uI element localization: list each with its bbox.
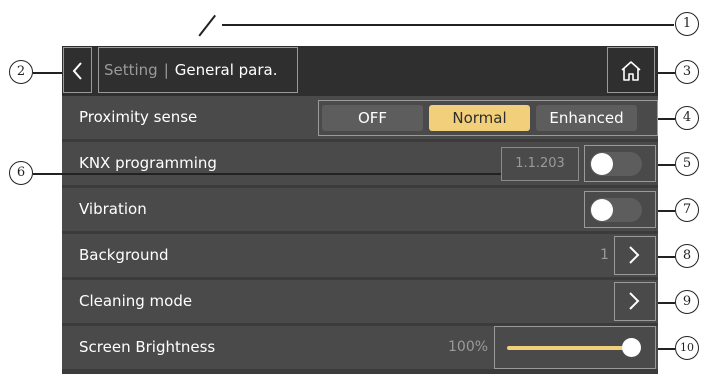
row-knx-programming: KNX programming 1.1.203 [62, 142, 658, 185]
proximity-option-enhanced[interactable]: Enhanced [536, 105, 637, 131]
callout-leader-8 [658, 256, 675, 258]
chevron-left-icon [72, 62, 82, 80]
device-screen: Setting | General para. Proximity sense … [62, 46, 658, 374]
breadcrumb-parent[interactable]: Setting [104, 61, 158, 79]
row-proximity-sense: Proximity sense OFF Normal Enhanced [62, 96, 658, 139]
page-title: General para. [174, 61, 278, 79]
knx-programming-toggle[interactable] [590, 152, 642, 176]
callout-7: 7 [675, 198, 699, 222]
back-button[interactable] [63, 47, 92, 93]
callout-leader-9 [658, 302, 675, 304]
proximity-segmented-control: OFF Normal Enhanced [318, 100, 658, 136]
breadcrumb: Setting | General para. [98, 47, 298, 93]
callout-10: 10 [675, 336, 699, 360]
row-screen-brightness: Screen Brightness 100% [62, 326, 658, 369]
callout-leader-6 [33, 173, 501, 175]
callout-leader-5 [658, 164, 675, 166]
callout-2: 2 [9, 60, 33, 84]
row-background[interactable]: Background 1 [62, 234, 658, 277]
row-cleaning-mode[interactable]: Cleaning mode [62, 280, 658, 323]
top-bar: Setting | General para. [62, 46, 658, 96]
callout-leader-4 [658, 118, 675, 120]
callout-1: 1 [675, 12, 699, 36]
proximity-option-normal[interactable]: Normal [429, 105, 530, 131]
vibration-toggle[interactable] [590, 198, 642, 222]
brightness-slider-thumb[interactable] [622, 338, 641, 357]
callout-4: 4 [675, 106, 699, 130]
toggle-knob [591, 199, 613, 221]
callout-leader-1-diagonal [198, 14, 216, 37]
home-button[interactable] [607, 47, 655, 93]
callout-leader-2 [33, 72, 62, 74]
callout-leader-3 [658, 72, 675, 74]
knx-toggle-frame [584, 145, 656, 182]
brightness-slider-frame [494, 326, 656, 369]
background-value: 1 [600, 247, 609, 263]
vibration-label: Vibration [79, 200, 147, 218]
callout-leader-1 [222, 24, 674, 26]
proximity-sense-label: Proximity sense [79, 108, 198, 126]
chevron-right-icon [629, 292, 640, 310]
breadcrumb-separator: | [163, 61, 169, 79]
callout-5: 5 [675, 152, 699, 176]
chevron-right-icon [629, 246, 640, 264]
toggle-knob [591, 153, 613, 175]
home-icon [621, 61, 641, 81]
brightness-slider-track[interactable] [507, 346, 631, 350]
brightness-value: 100% [448, 339, 489, 355]
background-label: Background [79, 246, 169, 264]
callout-3: 3 [675, 60, 699, 84]
background-next-button[interactable] [614, 236, 656, 275]
proximity-option-off[interactable]: OFF [322, 105, 423, 131]
cleaning-mode-label: Cleaning mode [79, 292, 193, 310]
callout-9: 9 [675, 290, 699, 314]
callout-leader-10 [658, 348, 675, 350]
row-vibration: Vibration [62, 188, 658, 231]
callout-8: 8 [675, 244, 699, 268]
cleaning-mode-next-button[interactable] [614, 282, 656, 321]
vibration-toggle-frame [584, 191, 656, 228]
knx-address: 1.1.203 [501, 147, 579, 181]
screen-brightness-label: Screen Brightness [79, 338, 216, 356]
callout-leader-7 [658, 210, 675, 212]
callout-6: 6 [9, 161, 33, 185]
knx-programming-label: KNX programming [79, 154, 217, 172]
